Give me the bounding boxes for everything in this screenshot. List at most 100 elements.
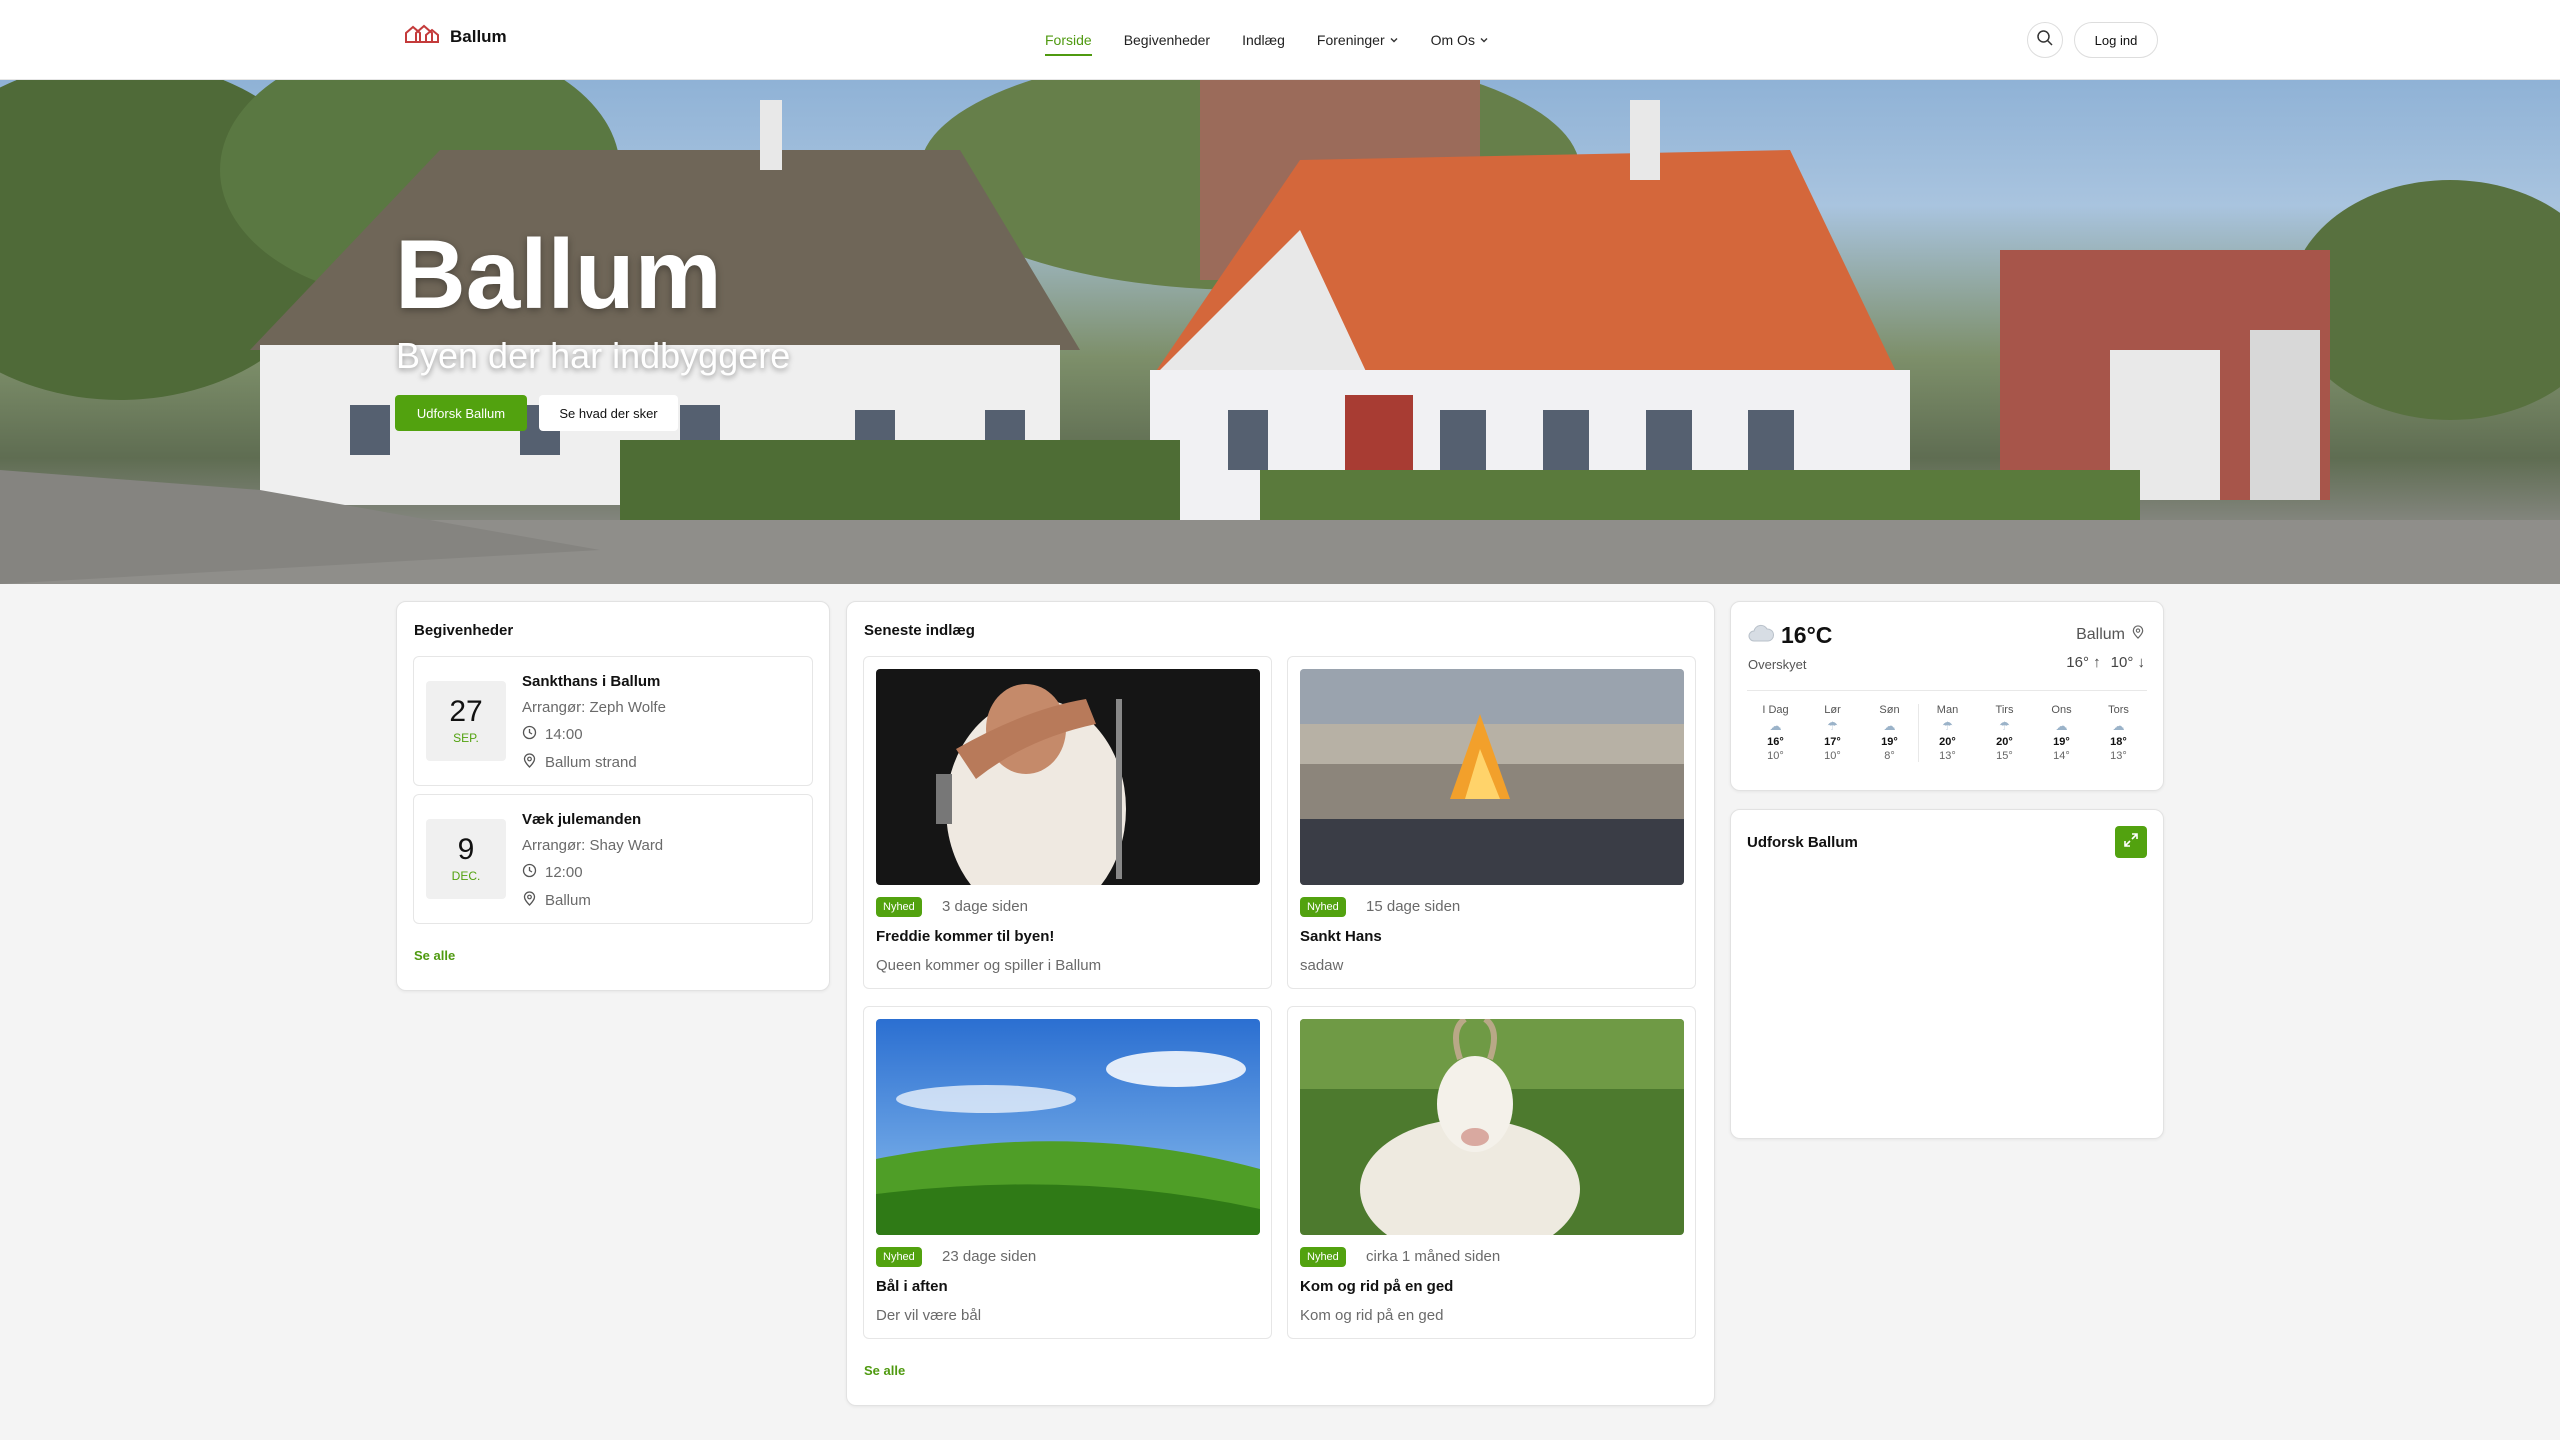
nav-label: Om Os bbox=[1430, 32, 1475, 48]
post-card[interactable]: Nyhed 23 dage siden Bål i aften Der vil … bbox=[863, 1006, 1272, 1339]
forecast-day: Man ☂ 20° 13° bbox=[1918, 704, 1976, 762]
expand-icon bbox=[2123, 832, 2139, 853]
event-date: 27 SEP. bbox=[426, 681, 506, 761]
nav-label: Indlæg bbox=[1242, 32, 1285, 48]
main-nav: Forside Begivenheder Indlæg Foreninger O… bbox=[1045, 0, 1489, 80]
weather-high-low: 16° ↑ 10° ↓ bbox=[2066, 654, 2145, 671]
divider bbox=[1747, 690, 2147, 691]
event-day: 27 bbox=[449, 695, 483, 728]
post-badge: Nyhed bbox=[876, 897, 922, 917]
forecast-day-name: Søn bbox=[1879, 704, 1900, 716]
chevron-down-icon bbox=[1389, 32, 1399, 48]
weather-condition: Overskyet bbox=[1748, 657, 1807, 672]
weather-location: Ballum bbox=[2076, 625, 2145, 644]
post-badge: Nyhed bbox=[1300, 1247, 1346, 1267]
search-icon bbox=[2036, 29, 2054, 52]
high-value: 16° bbox=[2066, 654, 2089, 671]
forecast-low: 8° bbox=[1884, 750, 1895, 762]
clock-icon bbox=[522, 725, 537, 744]
post-title: Freddie kommer til byen! bbox=[876, 928, 1055, 945]
cloud-icon: ☁ bbox=[1883, 719, 1896, 733]
forecast-day: Søn ☁ 19° 8° bbox=[1861, 704, 1918, 762]
events-title: Begivenheder bbox=[414, 622, 514, 639]
posts-see-all-link[interactable]: Se alle bbox=[864, 1363, 905, 1378]
nav-label: Forside bbox=[1045, 32, 1092, 48]
post-card[interactable]: Nyhed 3 dage siden Freddie kommer til by… bbox=[863, 656, 1272, 989]
post-title: Bål i aften bbox=[876, 1278, 948, 1295]
temperature-value: 16°C bbox=[1781, 622, 1833, 648]
nav-indlaeg[interactable]: Indlæg bbox=[1242, 0, 1285, 80]
cloud-icon: ☁ bbox=[2055, 719, 2068, 733]
rain-icon: ☂ bbox=[1999, 719, 2010, 733]
forecast-high: 17° bbox=[1824, 736, 1841, 748]
location-pin-icon bbox=[522, 891, 537, 910]
post-date: cirka 1 måned siden bbox=[1366, 1248, 1501, 1265]
post-title: Sankt Hans bbox=[1300, 928, 1382, 945]
rain-icon: ☂ bbox=[1942, 719, 1953, 733]
event-month: SEP. bbox=[453, 731, 479, 745]
hero-subtitle: Byen der har indbyggere bbox=[396, 335, 791, 376]
current-temperature: 16°C bbox=[1747, 622, 1832, 649]
post-card[interactable]: Nyhed 15 dage siden Sankt Hans sadaw bbox=[1287, 656, 1696, 989]
forecast-day-name: Ons bbox=[2051, 704, 2072, 716]
rain-icon: ☂ bbox=[1827, 719, 1838, 733]
forecast-high: 20° bbox=[1996, 736, 2013, 748]
nav-om-os[interactable]: Om Os bbox=[1431, 0, 1489, 80]
explore-ballum-button[interactable]: Udforsk Ballum bbox=[395, 395, 527, 431]
house-logo-icon bbox=[404, 24, 440, 49]
nav-forside[interactable]: Forside bbox=[1045, 0, 1092, 80]
event-title: Væk julemanden bbox=[522, 811, 642, 828]
low-value: 10° bbox=[2110, 654, 2134, 671]
event-organizer: Arrangør: Zeph Wolfe bbox=[522, 699, 666, 716]
login-button[interactable]: Log ind bbox=[2074, 22, 2158, 58]
search-button[interactable] bbox=[2027, 22, 2063, 58]
nav-label: Foreninger bbox=[1316, 32, 1385, 48]
nav-begivenheder[interactable]: Begivenheder bbox=[1124, 0, 1210, 80]
event-title: Sankthans i Ballum bbox=[522, 673, 661, 690]
event-item[interactable]: 9 DEC. Væk julemanden Arrangør: Shay War… bbox=[413, 794, 813, 924]
forecast-day-name: Man bbox=[1936, 704, 1959, 716]
logo[interactable]: Ballum bbox=[404, 24, 507, 49]
forecast-high: 20° bbox=[1939, 736, 1956, 748]
cloud-icon: ☁ bbox=[1769, 719, 1782, 733]
forecast-low: 14° bbox=[2053, 750, 2070, 762]
location-pin-icon bbox=[2131, 625, 2145, 644]
forecast-low: 10° bbox=[1824, 750, 1841, 762]
post-date: 15 dage siden bbox=[1366, 898, 1461, 915]
location-pin-icon bbox=[522, 753, 537, 772]
events-card: Begivenheder 27 SEP. Sankthans i Ballum … bbox=[396, 601, 830, 991]
hero-title: Ballum bbox=[395, 219, 722, 329]
explore-map-card: Udforsk Ballum bbox=[1730, 809, 2164, 1139]
forecast-low: 13° bbox=[1939, 750, 1956, 762]
forecast-day: I Dag ☁ 16° 10° bbox=[1747, 704, 1804, 762]
event-date: 9 DEC. bbox=[426, 819, 506, 899]
forecast-day: Lør ☂ 17° 10° bbox=[1804, 704, 1861, 762]
weather-high: 16° ↑ bbox=[2066, 654, 2100, 671]
hero-banner: Ballum Byen der har indbyggere Udforsk B… bbox=[0, 80, 2560, 584]
event-day: 9 bbox=[457, 833, 475, 866]
latest-posts-card: Seneste indlæg Nyhed 3 dage siden Freddi… bbox=[846, 601, 1715, 1406]
post-card[interactable]: Nyhed cirka 1 måned siden Kom og rid på … bbox=[1287, 1006, 1696, 1339]
forecast-low: 13° bbox=[2110, 750, 2127, 762]
cloud-icon: ☁ bbox=[2112, 719, 2125, 733]
cloud-icon bbox=[1747, 622, 1775, 649]
nav-foreninger[interactable]: Foreninger bbox=[1317, 0, 1399, 80]
post-description: Queen kommer og spiller i Ballum bbox=[876, 957, 1102, 974]
forecast-day: Tirs ☂ 20° 15° bbox=[1976, 704, 2033, 762]
event-item[interactable]: 27 SEP. Sankthans i Ballum Arrangør: Zep… bbox=[413, 656, 813, 786]
post-image bbox=[1300, 669, 1684, 885]
posts-title: Seneste indlæg bbox=[864, 622, 975, 639]
forecast-day: Tors ☁ 18° 13° bbox=[2090, 704, 2147, 762]
post-badge: Nyhed bbox=[876, 1247, 922, 1267]
events-see-all-link[interactable]: Se alle bbox=[414, 948, 455, 963]
weather-location-text: Ballum bbox=[2076, 625, 2125, 643]
see-whats-happening-button[interactable]: Se hvad der sker bbox=[539, 395, 678, 431]
event-time-text: 14:00 bbox=[545, 726, 583, 743]
expand-map-button[interactable] bbox=[2115, 826, 2147, 858]
post-description: sadaw bbox=[1300, 957, 1344, 974]
weather-low: 10° ↓ bbox=[2111, 654, 2145, 671]
forecast-low: 10° bbox=[1767, 750, 1784, 762]
event-location-text: Ballum bbox=[545, 892, 591, 909]
forecast-day-name: Tors bbox=[2108, 704, 2129, 716]
site-header: Ballum Forside Begivenheder Indlæg Foren… bbox=[0, 0, 2560, 80]
